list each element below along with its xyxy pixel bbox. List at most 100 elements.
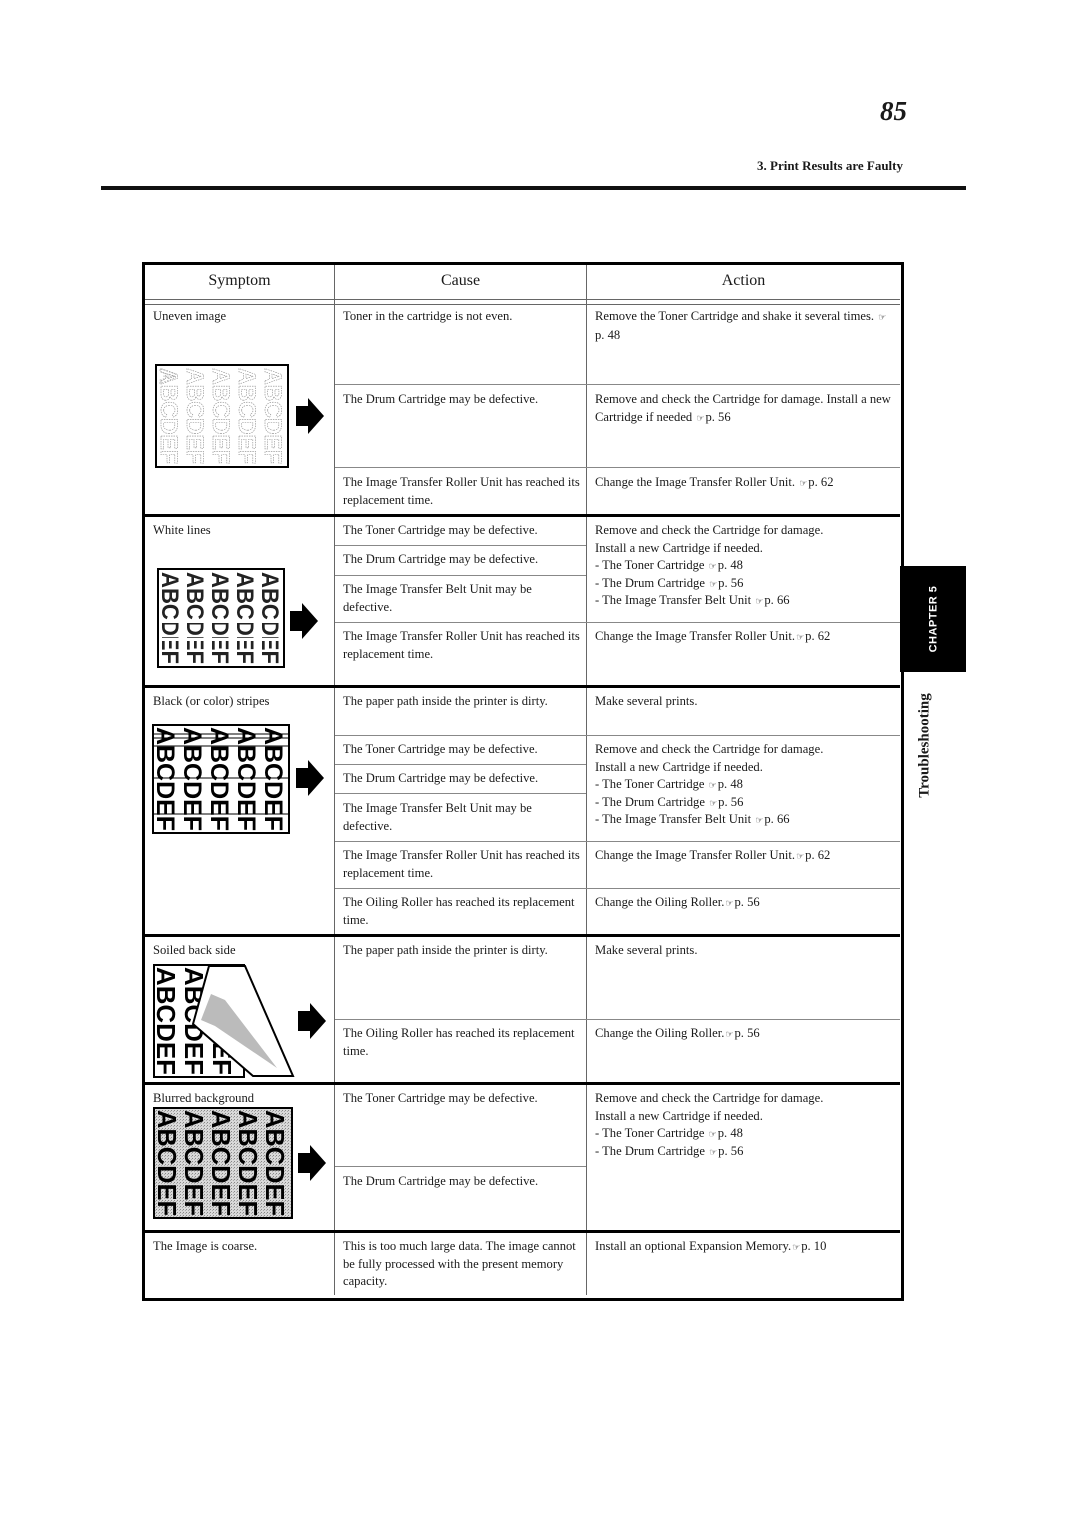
pointing-hand-icon: ☞ xyxy=(725,1029,734,1039)
pointing-hand-icon: ☞ xyxy=(708,1129,717,1139)
black-stripes-sample: ABCDEF ABCDEF ABCDEF ABCDEF ABCDEF xyxy=(152,724,290,834)
page-ref[interactable]: p. 66 xyxy=(764,593,789,607)
cause: The Image Transfer Belt Unit may be defe… xyxy=(343,582,532,614)
shared-action: Remove and check the Cartridge for damag… xyxy=(595,741,895,829)
page-ref[interactable]: p. 56 xyxy=(718,795,743,809)
page-ref[interactable]: p. 62 xyxy=(805,848,830,862)
cause: Toner in the cartridge is not even. xyxy=(343,309,513,323)
action: Install an optional Expansion Memory.☞p.… xyxy=(595,1238,895,1257)
sample-letters: ABCDEF xyxy=(152,727,179,831)
sample-letters: ABCDEF xyxy=(157,572,183,664)
row-divider xyxy=(335,384,900,385)
cause: The Drum Cartridge may be defective. xyxy=(343,1174,539,1188)
action-line: Install a new Cartridge if needed. xyxy=(595,540,763,555)
sample-letters: ABCDEF xyxy=(259,368,286,464)
cause: The Drum Cartridge may be defective. xyxy=(343,552,539,566)
page-ref[interactable]: p. 66 xyxy=(764,812,789,826)
sample-letters: ABCDEF xyxy=(256,572,283,664)
page-ref[interactable]: p. 48 xyxy=(718,1126,743,1140)
chapter-title: Troubleshooting xyxy=(900,680,950,810)
page-number: 85 xyxy=(880,96,907,126)
action-text: Change the Image Transfer Roller Unit. xyxy=(595,475,796,489)
page-ref[interactable]: p. 10 xyxy=(801,1239,826,1253)
arrow-icon xyxy=(290,603,318,639)
sample-letters: ABCDEF xyxy=(207,368,234,464)
header-rule xyxy=(101,186,966,190)
column-divider xyxy=(334,265,335,1295)
pointing-hand-icon: ☞ xyxy=(709,1146,718,1157)
pointing-hand-icon: ☞ xyxy=(796,632,805,642)
group-divider xyxy=(145,685,900,688)
page-ref[interactable]: p. 48 xyxy=(595,328,620,342)
pointing-hand-icon: ☞ xyxy=(799,478,808,488)
page-ref[interactable]: p. 48 xyxy=(718,777,743,791)
header-divider xyxy=(145,299,900,305)
page-ref[interactable]: p. 56 xyxy=(718,576,743,590)
sample-letters: ABCDEF xyxy=(259,727,287,831)
action-text: Change the Oiling Roller. xyxy=(595,1026,725,1040)
sample-letters: ABCDEF xyxy=(153,967,181,1075)
white-lines-sample: ABCDEFABCDEFABCDEFABCDEFABCDEF xyxy=(157,568,285,668)
cause: The Toner Cartridge may be defective. xyxy=(343,523,538,537)
group-divider xyxy=(145,1230,900,1233)
action-ref-line: - The Toner Cartridge ☞p. 48 xyxy=(595,777,743,791)
uneven-image-sample: A ABCDEF ABCDEF ABCDEF ABCDEF ABCDEF xyxy=(155,364,289,468)
sample-letters: ABCDEF xyxy=(205,727,233,831)
action-ref-line: - The Drum Cartridge ☞p. 56 xyxy=(595,1143,744,1158)
chapter-title-text: Troubleshooting xyxy=(916,692,933,798)
action-ref-line: - The Drum Cartridge ☞p. 56 xyxy=(595,575,744,590)
cause: The Toner Cartridge may be defective. xyxy=(343,742,538,756)
shared-action: Remove and check the Cartridge for damag… xyxy=(595,1090,895,1160)
symptom-uneven-image: Uneven image xyxy=(153,309,227,323)
sample-letters: ABCDEF xyxy=(178,727,206,831)
pointing-hand-icon: ☞ xyxy=(796,851,805,861)
sample-letters: ABCDEF xyxy=(155,368,182,464)
sample-letters: ABCDEF xyxy=(232,727,260,831)
row-divider xyxy=(335,1166,586,1167)
blurred-background-sample: ABCDEFABCDEFABCDEFABCDEFABCDEF xyxy=(153,1107,293,1219)
page-ref[interactable]: p. 48 xyxy=(718,558,743,572)
symptom-image-coarse: The Image is coarse. xyxy=(153,1239,258,1253)
row-divider xyxy=(335,545,586,546)
pointing-hand-icon: ☞ xyxy=(708,780,717,790)
action-text: Change the Image Transfer Roller Unit. xyxy=(595,629,796,643)
page-ref[interactable]: p. 56 xyxy=(735,1026,760,1040)
arrow-icon xyxy=(296,760,324,796)
action: Change the Image Transfer Roller Unit. ☞… xyxy=(595,474,895,493)
action-line: Install a new Cartridge if needed. xyxy=(595,759,763,774)
symptom-black-stripes: Black (or color) stripes xyxy=(153,694,270,708)
row-divider xyxy=(335,793,586,794)
cause: The Image Transfer Roller Unit has reach… xyxy=(343,629,580,661)
pointing-hand-icon: ☞ xyxy=(696,412,705,423)
row-divider xyxy=(335,764,586,765)
page-ref[interactable]: p. 56 xyxy=(705,410,730,424)
cause: The Oiling Roller has reached its replac… xyxy=(343,895,575,927)
page-ref[interactable]: p. 56 xyxy=(735,895,760,909)
page-ref[interactable]: p. 56 xyxy=(718,1144,743,1158)
pointing-hand-icon: ☞ xyxy=(725,898,734,908)
action-text: Change the Oiling Roller. xyxy=(595,895,725,909)
cause: The Image Transfer Roller Unit has reach… xyxy=(343,475,580,507)
row-divider xyxy=(335,888,900,889)
chapter-label: CHAPTER 5 xyxy=(927,585,939,653)
chapter-tab[interactable]: CHAPTER 5 xyxy=(900,566,966,672)
page-ref[interactable]: p. 62 xyxy=(805,629,830,643)
row-divider xyxy=(335,575,586,576)
action-ref-line: - The Toner Cartridge ☞p. 48 xyxy=(595,1126,743,1140)
group-divider xyxy=(145,514,900,517)
pointing-hand-icon: ☞ xyxy=(878,312,887,322)
action-line: Install a new Cartridge if needed. xyxy=(595,1108,763,1123)
sample-letters: ABCDEF xyxy=(153,1110,182,1216)
cause: The Drum Cartridge may be defective. xyxy=(343,771,539,785)
page-ref[interactable]: p. 62 xyxy=(808,475,833,489)
action-text: Remove the Toner Cartridge and shake it … xyxy=(595,309,875,323)
cause: The paper path inside the printer is dir… xyxy=(343,694,548,708)
action: Change the Oiling Roller.☞p. 56 xyxy=(595,894,895,913)
action-ref-line: - The Image Transfer Belt Unit ☞p. 66 xyxy=(595,593,790,607)
sample-letters: ABCDEF xyxy=(181,572,208,664)
action: Change the Oiling Roller.☞p. 56 xyxy=(595,1025,895,1044)
cause: The Toner Cartridge may be defective. xyxy=(343,1091,538,1105)
sample-letters: ABCDEF xyxy=(206,572,233,664)
pointing-hand-icon: ☞ xyxy=(709,578,718,589)
cause: This is too much large data. The image c… xyxy=(343,1239,576,1288)
